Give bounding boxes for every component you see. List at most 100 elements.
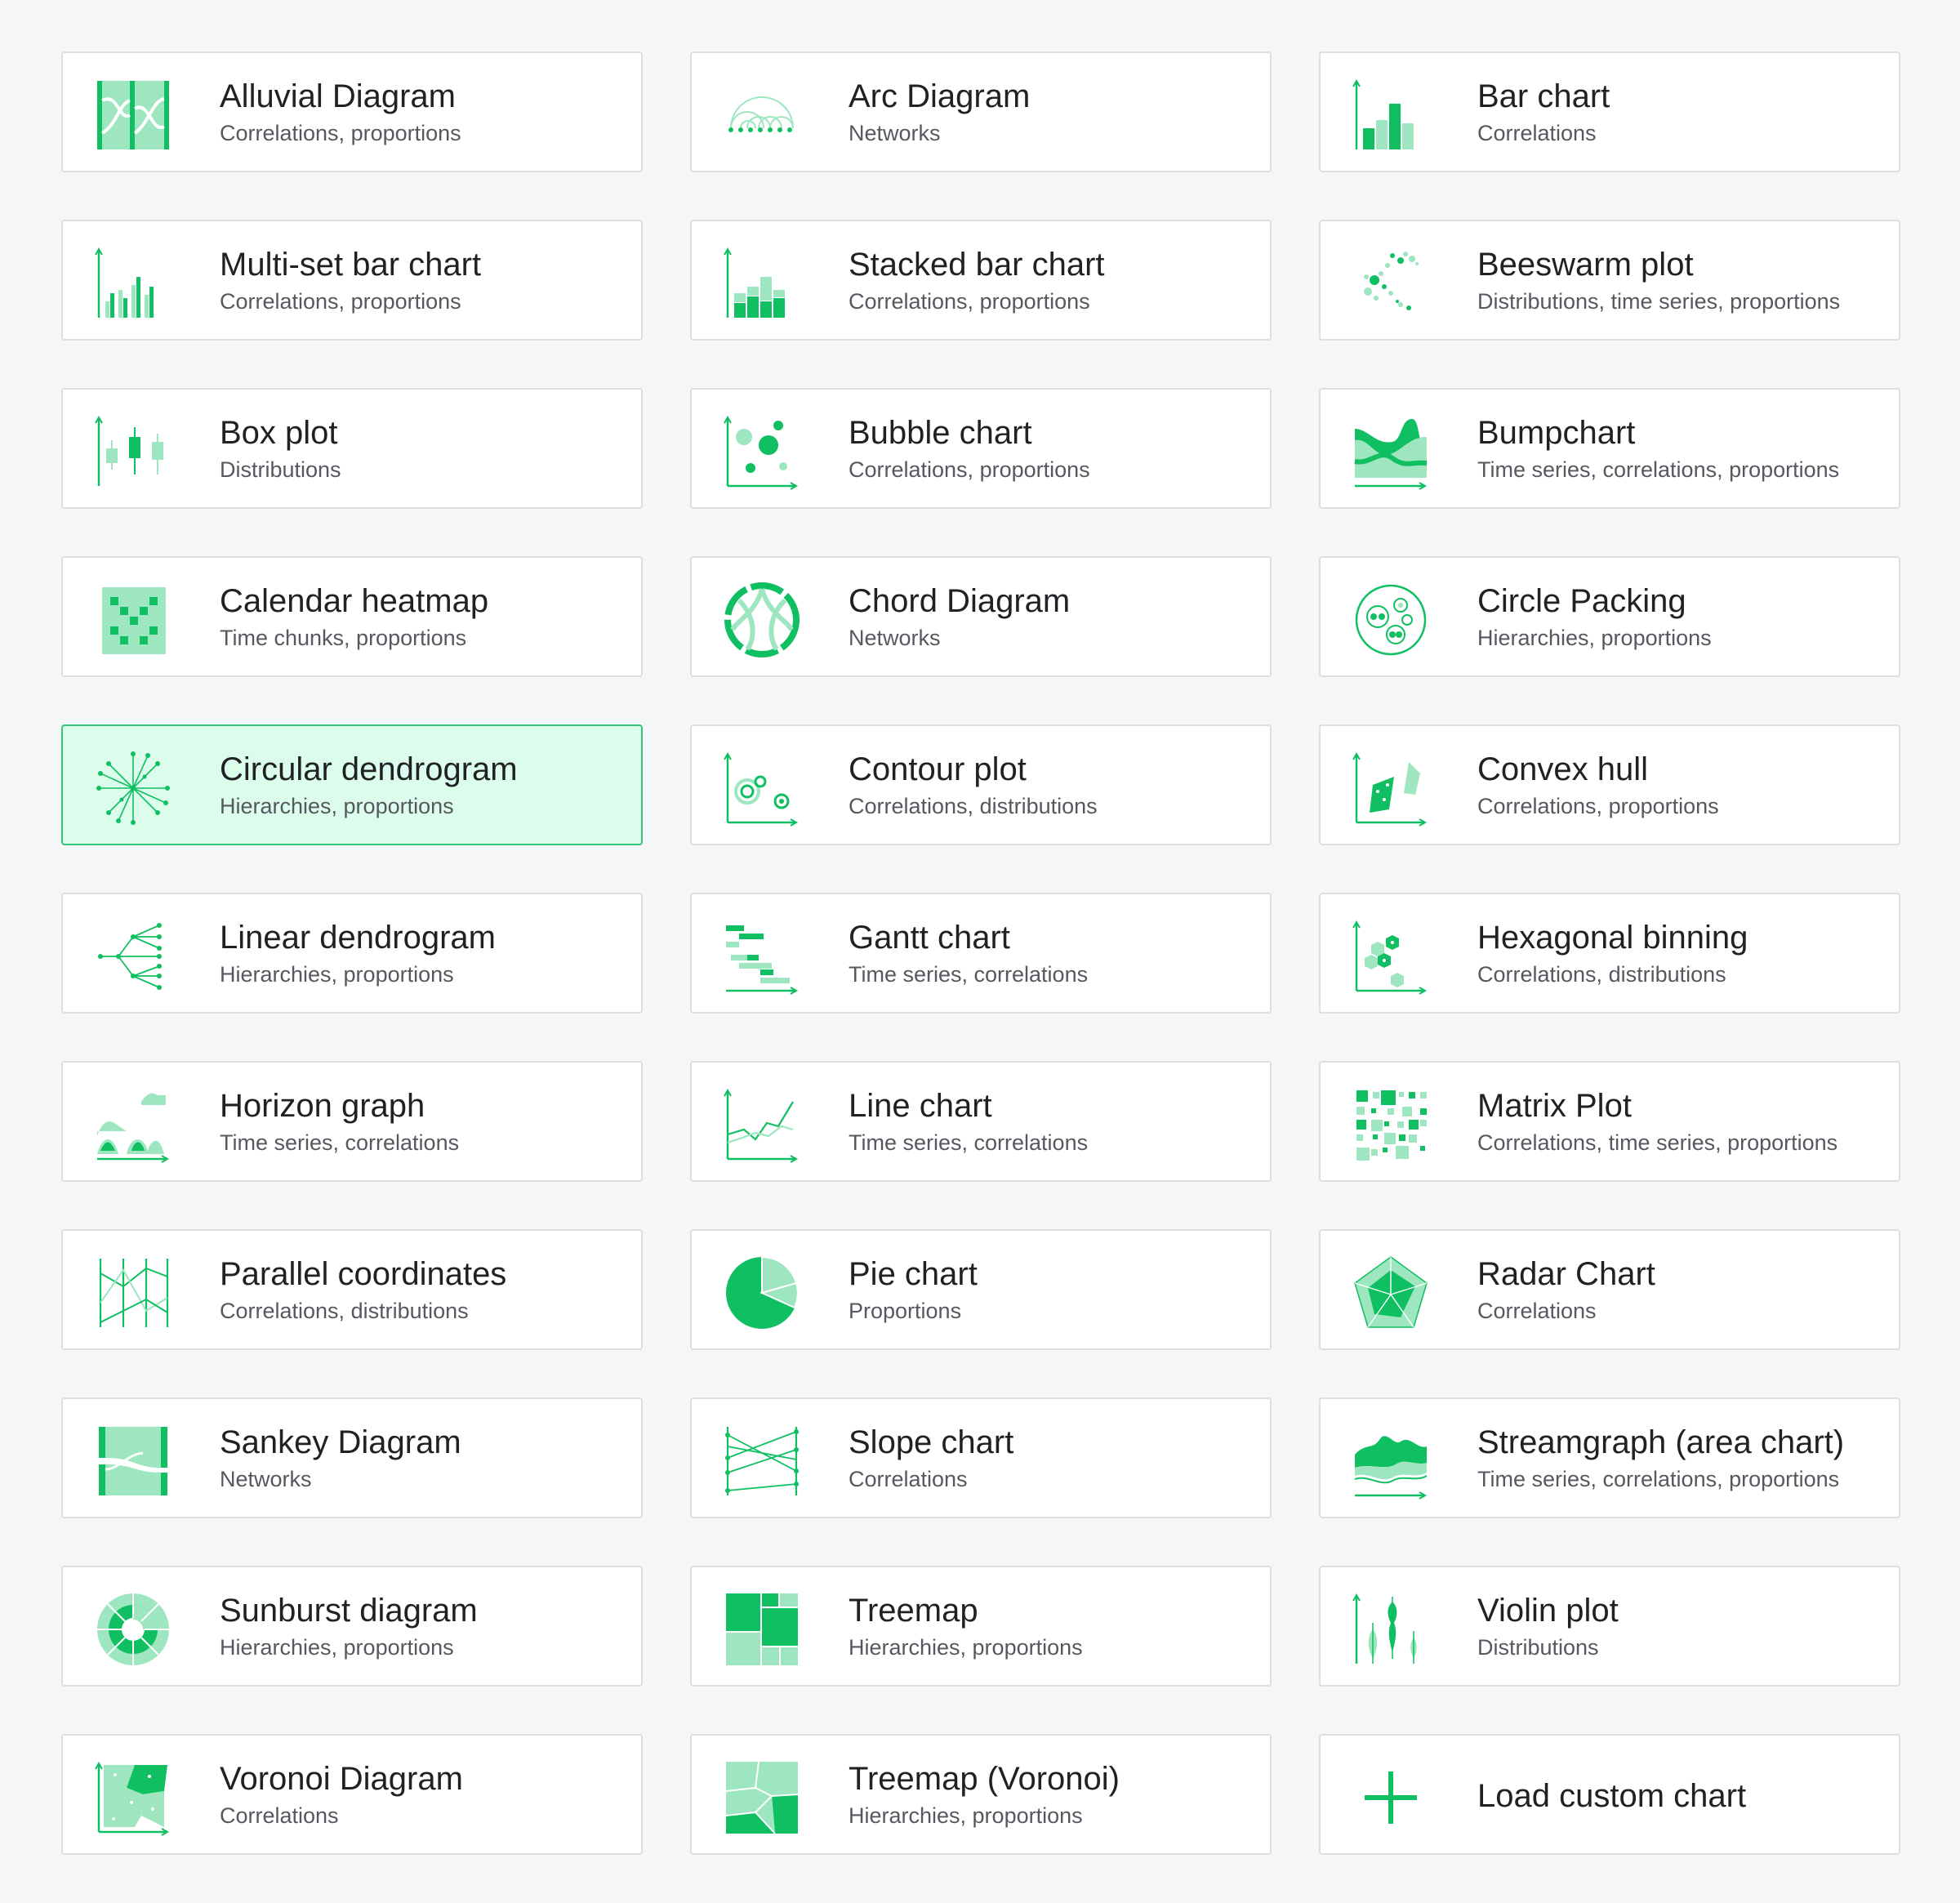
chart-card-title: Bubble chart	[849, 415, 1032, 451]
circular-dendrogram-icon	[94, 749, 172, 827]
chart-card-subtitle: Correlations	[849, 1467, 968, 1491]
chart-card-line-chart[interactable]: Line chart Time series, correlations	[690, 1061, 1272, 1182]
stacked-bar-icon	[723, 244, 801, 323]
chart-card-box-plot[interactable]: Box plot Distributions	[61, 388, 643, 509]
sunburst-icon	[94, 1590, 172, 1669]
chart-card-title: Linear dendrogram	[220, 920, 496, 956]
convex-hull-icon	[1352, 749, 1430, 827]
chart-card-circle-packing[interactable]: Circle Packing Hierarchies, proportions	[1319, 556, 1900, 677]
chart-card-beeswarm-plot[interactable]: Beeswarm plot Distributions, time series,…	[1319, 220, 1900, 341]
chart-card-gantt-chart[interactable]: Gantt chart Time series, correlations	[690, 893, 1272, 1014]
bar-icon	[1352, 76, 1430, 154]
chart-card-title: Bar chart	[1477, 78, 1610, 114]
violin-icon	[1352, 1590, 1430, 1669]
sankey-icon	[94, 1422, 172, 1500]
chart-card-contour-plot[interactable]: Contour plot Correlations, distributions	[690, 724, 1272, 845]
arc-icon	[723, 76, 801, 154]
chart-card-title: Slope chart	[849, 1424, 1014, 1460]
chart-card-subtitle: Hierarchies, proportions	[849, 1635, 1083, 1660]
chart-card-title: Radar Chart	[1477, 1256, 1655, 1292]
circle-packing-icon	[1352, 581, 1430, 659]
chart-card-treemap[interactable]: Treemap Hierarchies, proportions	[690, 1566, 1272, 1687]
chart-card-chord-diagram[interactable]: Chord Diagram Networks	[690, 556, 1272, 677]
chart-card-bumpchart[interactable]: Bumpchart Time series, correlations, prop…	[1319, 388, 1900, 509]
chart-card-subtitle: Distributions	[1477, 1635, 1599, 1660]
chart-card-title: Alluvial Diagram	[220, 78, 456, 114]
parallel-icon	[94, 1254, 172, 1332]
chart-card-subtitle: Time chunks, proportions	[220, 626, 467, 650]
chart-card-subtitle: Distributions, time series, proportions	[1477, 289, 1841, 314]
chart-card-title: Chord Diagram	[849, 583, 1071, 619]
chart-card-radar-chart[interactable]: Radar Chart Correlations	[1319, 1229, 1900, 1350]
chart-card-bubble-chart[interactable]: Bubble chart Correlations, proportions	[690, 388, 1272, 509]
chart-card-subtitle: Time series, correlations, proportions	[1477, 457, 1840, 482]
chart-card-title: Treemap	[849, 1593, 978, 1629]
chart-card-subtitle: Correlations, distributions	[1477, 962, 1726, 987]
chart-card-subtitle: Distributions	[220, 457, 341, 482]
chart-card-subtitle: Time series, correlations	[220, 1130, 460, 1155]
voronoi-icon	[94, 1758, 172, 1837]
gantt-icon	[723, 917, 801, 996]
voronoi-treemap-icon	[723, 1758, 801, 1837]
chart-card-voronoi-diagram[interactable]: Voronoi Diagram Correlations	[61, 1734, 643, 1855]
chart-card-hexagonal-binning[interactable]: Hexagonal binning Correlations, distribut…	[1319, 893, 1900, 1014]
streamgraph-icon	[1352, 1422, 1430, 1500]
bump-icon	[1352, 412, 1430, 491]
chart-card-calendar-heatmap[interactable]: Calendar heatmap Time chunks, proportions	[61, 556, 643, 677]
chart-card-subtitle: Correlations, proportions	[849, 457, 1090, 482]
chart-card-bar-chart[interactable]: Bar chart Correlations	[1319, 51, 1900, 172]
chart-card-subtitle: Hierarchies, proportions	[220, 962, 454, 987]
chart-card-title: Sankey Diagram	[220, 1424, 461, 1460]
chart-card-title: Multi-set bar chart	[220, 247, 482, 283]
chart-card-arc-diagram[interactable]: Arc Diagram Networks	[690, 51, 1272, 172]
chart-card-title: Streamgraph (area chart)	[1477, 1424, 1845, 1460]
chart-card-slope-chart[interactable]: Slope chart Correlations	[690, 1397, 1272, 1518]
chart-card-sunburst-diagram[interactable]: Sunburst diagram Hierarchies, proportions	[61, 1566, 643, 1687]
contour-icon	[723, 749, 801, 827]
chart-card-title: Gantt chart	[849, 920, 1010, 956]
chart-card-stacked-bar-chart[interactable]: Stacked bar chart Correlations, proportio…	[690, 220, 1272, 341]
chart-card-subtitle: Time series, correlations	[849, 962, 1089, 987]
chart-card-title: Voronoi Diagram	[220, 1761, 463, 1797]
chart-card-treemap-voronoi[interactable]: Treemap (Voronoi) Hierarchies, proportion…	[690, 1734, 1272, 1855]
chart-card-subtitle: Hierarchies, proportions	[1477, 626, 1712, 650]
chart-card-title: Line chart	[849, 1088, 992, 1124]
chart-card-circular-dendrogram[interactable]: Circular dendrogram Hierarchies, proporti…	[61, 724, 643, 845]
chart-card-violin-plot[interactable]: Violin plot Distributions	[1319, 1566, 1900, 1687]
chart-card-title: Contour plot	[849, 751, 1027, 787]
chart-card-subtitle: Hierarchies, proportions	[849, 1803, 1083, 1828]
chart-card-title: Circular dendrogram	[220, 751, 518, 787]
chart-card-sankey-diagram[interactable]: Sankey Diagram Networks	[61, 1397, 643, 1518]
chart-card-alluvial-diagram[interactable]: Alluvial Diagram Correlations, proportion…	[61, 51, 643, 172]
chart-card-convex-hull[interactable]: Convex hull Correlations, proportions	[1319, 724, 1900, 845]
chart-card-subtitle: Proportions	[849, 1299, 962, 1323]
load-custom-chart-button[interactable]: Load custom chart	[1319, 1734, 1900, 1855]
chart-card-pie-chart[interactable]: Pie chart Proportions	[690, 1229, 1272, 1350]
beeswarm-icon	[1352, 244, 1430, 323]
multiset-bar-icon	[94, 244, 172, 323]
chart-card-linear-dendrogram[interactable]: Linear dendrogram Hierarchies, proportion…	[61, 893, 643, 1014]
chart-card-subtitle: Networks	[849, 121, 941, 145]
chart-card-subtitle: Correlations, proportions	[1477, 794, 1719, 818]
boxplot-icon	[94, 412, 172, 491]
chart-card-title: Circle Packing	[1477, 583, 1686, 619]
chart-card-title: Box plot	[220, 415, 338, 451]
chart-card-matrix-plot[interactable]: Matrix Plot Correlations, time series, pr…	[1319, 1061, 1900, 1182]
bubble-icon	[723, 412, 801, 491]
chart-card-subtitle: Hierarchies, proportions	[220, 794, 454, 818]
chart-card-title: Hexagonal binning	[1477, 920, 1748, 956]
chart-card-subtitle: Correlations, distributions	[849, 794, 1098, 818]
chart-card-subtitle: Correlations, time series, proportions	[1477, 1130, 1838, 1155]
chart-card-title: Calendar heatmap	[220, 583, 489, 619]
chart-card-title: Bumpchart	[1477, 415, 1636, 451]
chart-card-subtitle: Time series, correlations	[849, 1130, 1089, 1155]
chart-card-multi-set-bar-chart[interactable]: Multi-set bar chart Correlations, proport…	[61, 220, 643, 341]
treemap-icon	[723, 1590, 801, 1669]
chart-card-subtitle: Networks	[220, 1467, 312, 1491]
chart-card-subtitle: Correlations, proportions	[849, 289, 1090, 314]
chart-card-parallel-coordinates[interactable]: Parallel coordinates Correlations, distri…	[61, 1229, 643, 1350]
chart-card-horizon-graph[interactable]: Horizon graph Time series, correlations	[61, 1061, 643, 1182]
chart-card-title: Matrix Plot	[1477, 1088, 1632, 1124]
calendar-icon	[94, 581, 172, 659]
chart-card-streamgraph-area-chart[interactable]: Streamgraph (area chart) Time series, cor…	[1319, 1397, 1900, 1518]
